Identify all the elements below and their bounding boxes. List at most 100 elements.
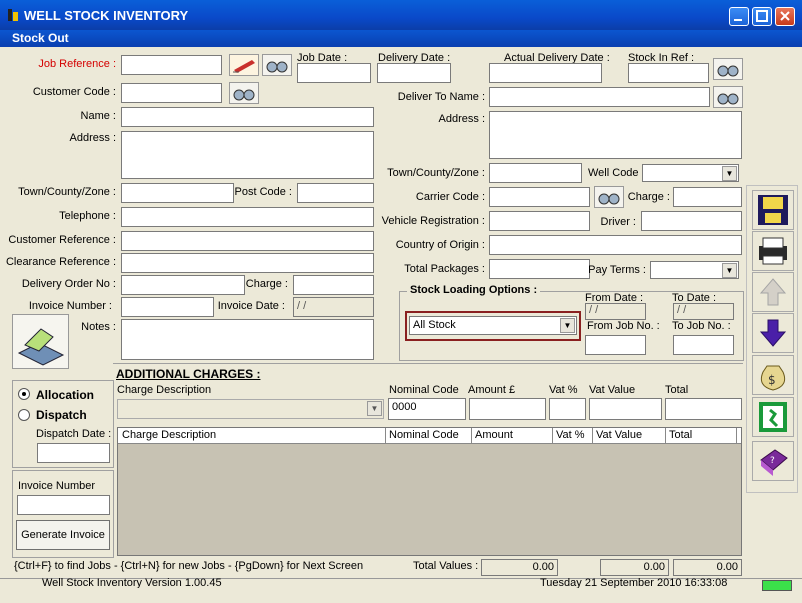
invoice-number-label: Invoice Number :: [28, 300, 112, 312]
right-town-input[interactable]: [489, 163, 582, 183]
print-button[interactable]: [752, 231, 794, 271]
charges-grid[interactable]: Charge Description Nominal Code Amount V…: [117, 427, 742, 556]
to-job-no-input[interactable]: [673, 335, 734, 355]
total-total-value: 0.00: [673, 559, 742, 576]
pay-terms-select[interactable]: ▼: [650, 261, 739, 279]
notes-input[interactable]: [121, 319, 374, 360]
name-label: Name :: [80, 110, 116, 122]
close-button[interactable]: [775, 7, 795, 26]
find-carrier-button[interactable]: [594, 186, 624, 208]
from-job-no-input[interactable]: [585, 335, 646, 355]
nominal-code-input[interactable]: 0000: [388, 398, 466, 420]
mode-invoice-number-label: Invoice Number: [18, 480, 96, 492]
customer-code-label: Customer Code :: [32, 86, 116, 98]
amount-input[interactable]: [469, 398, 546, 420]
edit-job-button[interactable]: [229, 54, 259, 76]
next-button[interactable]: [752, 313, 794, 353]
actual-delivery-date-input[interactable]: [489, 63, 602, 83]
right-address-input[interactable]: [489, 111, 742, 159]
form-header: [0, 30, 802, 47]
nominal-code-label: Nominal Code: [389, 384, 459, 396]
to-job-no-label: To Job No. :: [672, 320, 731, 332]
town-input[interactable]: [121, 183, 234, 203]
down-arrow-icon: [759, 319, 787, 347]
help-button[interactable]: ?: [752, 441, 794, 481]
vehicle-registration-input[interactable]: [489, 211, 590, 231]
generate-invoice-button[interactable]: Generate Invoice: [16, 520, 110, 550]
up-arrow-icon: [759, 278, 787, 306]
app-icon: [6, 8, 20, 22]
chevron-down-icon: ▼: [722, 263, 737, 278]
name-input[interactable]: [121, 107, 374, 127]
total-input[interactable]: [665, 398, 742, 420]
delivery-order-no-input[interactable]: [121, 275, 245, 295]
customer-reference-label: Customer Reference :: [8, 234, 116, 246]
from-job-no-label: From Job No. :: [587, 320, 660, 332]
pay-terms-label: Pay Terms :: [588, 264, 646, 276]
customer-code-input[interactable]: [121, 83, 222, 103]
additional-charges-title: ADDITIONAL CHARGES :: [116, 367, 261, 381]
job-reference-input[interactable]: [121, 55, 222, 75]
previous-button[interactable]: [752, 272, 794, 312]
grid-header: Charge Description Nominal Code Amount V…: [118, 428, 741, 444]
scanner-icon: [17, 328, 65, 366]
chevron-down-icon: ▼: [722, 166, 737, 181]
telephone-input[interactable]: [121, 207, 374, 227]
vat-pct-label: Vat %: [549, 384, 578, 396]
dispatch-date-input[interactable]: [37, 443, 110, 463]
post-code-input[interactable]: [297, 183, 374, 203]
delivery-date-input[interactable]: [377, 63, 451, 83]
invoice-number-input[interactable]: [121, 297, 214, 317]
address-input[interactable]: [121, 131, 374, 179]
driver-input[interactable]: [641, 211, 742, 231]
well-code-select[interactable]: ▼: [642, 164, 739, 182]
vat-pct-input[interactable]: [549, 398, 586, 420]
find-job-button[interactable]: [262, 54, 292, 76]
country-of-origin-input[interactable]: [489, 235, 742, 255]
total-packages-input[interactable]: [489, 259, 590, 279]
charge-description-select[interactable]: ▼: [117, 399, 384, 419]
customer-reference-input[interactable]: [121, 231, 374, 251]
stock-loading-select[interactable]: All Stock ▼: [409, 316, 577, 335]
invoice-date-input: / /: [293, 297, 374, 317]
dispatch-radio[interactable]: [18, 409, 30, 421]
save-icon: [758, 195, 788, 225]
find-deliver-to-button[interactable]: [713, 86, 743, 108]
find-stock-in-button[interactable]: [713, 58, 743, 80]
binoculars-icon: [266, 61, 288, 73]
right-charge-input[interactable]: [673, 187, 742, 207]
total-values-label: Total Values :: [413, 560, 479, 572]
stock-loading-value: All Stock: [413, 319, 456, 331]
exit-button[interactable]: [752, 397, 794, 437]
grid-col-nominal: Nominal Code: [389, 429, 459, 441]
carrier-code-label: Carrier Code :: [415, 191, 485, 203]
money-bag-icon: $: [760, 365, 786, 391]
scan-button[interactable]: [12, 314, 69, 369]
dispatch-date-label: Dispatch Date :: [36, 428, 112, 440]
clearance-reference-input[interactable]: [121, 253, 374, 273]
right-charge-label: Charge :: [627, 191, 670, 203]
mode-invoice-number-input[interactable]: [17, 495, 110, 515]
to-date-input: / /: [673, 303, 734, 320]
minimize-button[interactable]: [729, 7, 749, 26]
clearance-reference-label: Clearance Reference :: [5, 256, 116, 268]
allocation-radio[interactable]: [18, 388, 30, 400]
deliver-to-name-input[interactable]: [489, 87, 710, 107]
vat-value-input[interactable]: [589, 398, 662, 420]
find-customer-button[interactable]: [229, 82, 259, 104]
window-title: WELL STOCK INVENTORY: [24, 8, 189, 23]
stock-in-ref-input[interactable]: [628, 63, 709, 83]
save-button[interactable]: [752, 190, 794, 230]
job-date-input[interactable]: [297, 63, 371, 83]
telephone-label: Telephone :: [59, 210, 116, 222]
maximize-button[interactable]: [752, 7, 772, 26]
grid-col-amount: Amount: [475, 429, 513, 441]
well-code-label: Well Code: [588, 167, 639, 179]
charge-input[interactable]: [293, 275, 374, 295]
binoculars-icon: [717, 93, 739, 105]
town-label: Town/County/Zone :: [18, 186, 116, 198]
binoculars-icon: [598, 193, 620, 205]
charges-button[interactable]: $: [752, 355, 794, 395]
datetime-text: Tuesday 21 September 2010 16:33:08: [540, 578, 728, 588]
carrier-code-input[interactable]: [489, 187, 590, 207]
